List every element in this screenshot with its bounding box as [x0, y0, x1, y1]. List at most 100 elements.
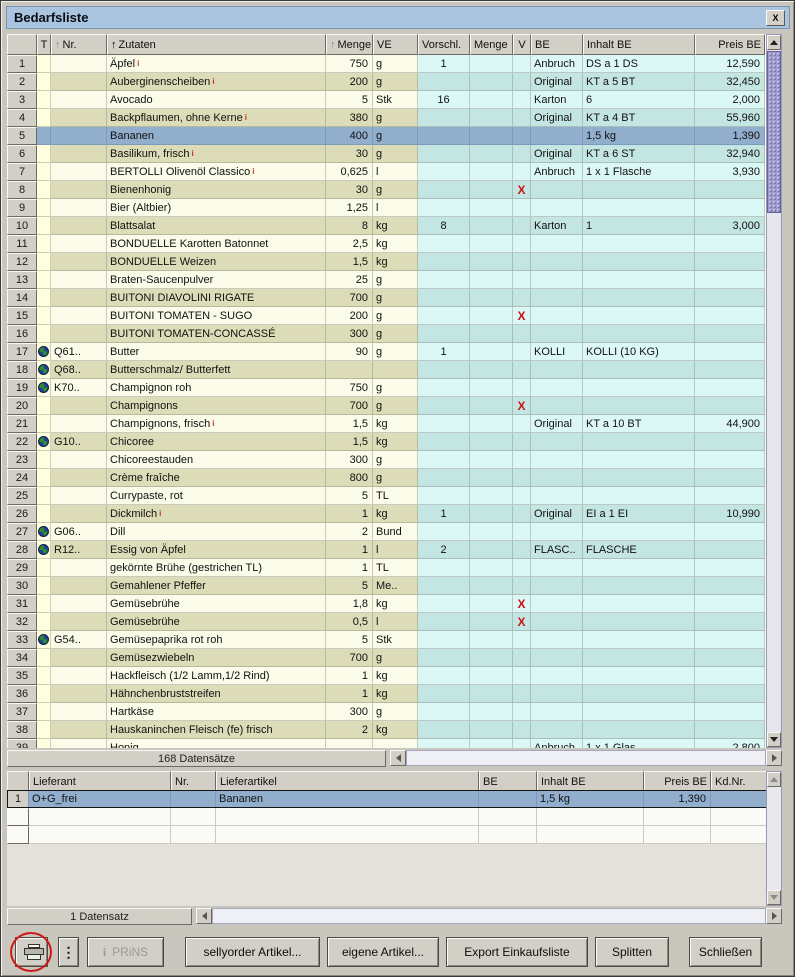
table-row[interactable]: 13 Braten-Saucenpulver 25 g [7, 271, 781, 289]
table-row[interactable]: 27 G06.. Dill 2 Bund [7, 523, 781, 541]
row-number[interactable]: 15 [7, 307, 37, 325]
table-row[interactable]: 9 Bier (Altbier) 1,25 l [7, 199, 781, 217]
upper-vertical-scrollbar[interactable] [766, 34, 782, 748]
col-nr[interactable]: ↑Nr. [51, 34, 107, 55]
scroll-down-button[interactable] [767, 732, 781, 747]
scroll-right-button[interactable] [766, 908, 782, 924]
row-number[interactable]: 23 [7, 451, 37, 469]
scroll-up-button[interactable] [767, 772, 781, 787]
row-number[interactable]: 14 [7, 289, 37, 307]
row-number[interactable]: 38 [7, 721, 37, 739]
scroll-left-button[interactable] [390, 750, 406, 766]
col-menge2[interactable]: Menge [470, 34, 513, 55]
col-inhalt-be[interactable]: Inhalt BE [583, 34, 695, 55]
table-row[interactable]: 8 Bienenhonig 30 g X [7, 181, 781, 199]
table-row[interactable]: 11 BONDUELLE Karotten Batonnet 2,5 kg [7, 235, 781, 253]
col-t[interactable]: T [37, 34, 51, 55]
table-row[interactable]: 26 Dickmilchi 1 kg 1 Original EI a 1 EI … [7, 505, 781, 523]
table-row[interactable]: 35 Hackfleisch (1/2 Lamm,1/2 Rind) 1 kg [7, 667, 781, 685]
table-row[interactable]: 39 Honig Anbruch 1 x 1 Glas 2,800 [7, 739, 781, 748]
schliessen-button[interactable]: Schließen [689, 937, 762, 967]
row-number[interactable]: 30 [7, 577, 37, 595]
table-row[interactable]: 4 Backpflaumen, ohne Kernei 380 g Origin… [7, 109, 781, 127]
more-options-button[interactable]: ⋮ [58, 937, 79, 967]
row-number[interactable]: 17 [7, 343, 37, 361]
row-number[interactable]: 31 [7, 595, 37, 613]
row-number[interactable]: 20 [7, 397, 37, 415]
col-ve[interactable]: VE [373, 34, 418, 55]
row-number[interactable]: 7 [7, 163, 37, 181]
table-row[interactable]: 23 Chicoreestauden 300 g [7, 451, 781, 469]
row-number[interactable]: 12 [7, 253, 37, 271]
table-row[interactable]: 18 Q68.. Butterschmalz/ Butterfett [7, 361, 781, 379]
table-row[interactable]: 1 Äpfeli 750 g 1 Anbruch DS a 1 DS 12,59… [7, 55, 781, 73]
table-row[interactable]: 10 Blattsalat 8 kg 8 Karton 1 3,000 [7, 217, 781, 235]
col-vorschl[interactable]: Vorschl. [418, 34, 470, 55]
table-row[interactable]: 16 BUITONI TOMATEN-CONCASSÉ 300 g [7, 325, 781, 343]
row-number[interactable]: 19 [7, 379, 37, 397]
table-row[interactable]: 2 Auberginenscheibeni 200 g Original KT … [7, 73, 781, 91]
table-row[interactable]: 7 BERTOLLI Olivenöl Classicoi 0,625 l An… [7, 163, 781, 181]
col-be[interactable]: BE [531, 34, 583, 55]
table-row[interactable]: 5 Bananen 400 g 1,5 kg 1,390 [7, 127, 781, 145]
scrollbar-thumb[interactable] [767, 51, 781, 213]
col-kdnr[interactable]: Kd.Nr. [711, 771, 767, 792]
col-lieferartikel[interactable]: Lieferartikel [216, 771, 479, 792]
table-row[interactable]: 30 Gemahlener Pfeffer 5 Me.. [7, 577, 781, 595]
row-number[interactable]: 24 [7, 469, 37, 487]
lower-horizontal-scrollbar[interactable] [196, 908, 782, 925]
row-number[interactable]: 18 [7, 361, 37, 379]
table-row[interactable]: 25 Currypaste, rot 5 TL [7, 487, 781, 505]
upper-horizontal-scrollbar[interactable] [390, 750, 782, 767]
scroll-down-button[interactable] [767, 890, 781, 905]
row-number[interactable]: 1 [7, 790, 29, 808]
table-row[interactable]: 33 G54.. Gemüsepaprika rot roh 5 Stk [7, 631, 781, 649]
table-row[interactable]: 21 Champignons, frischi 1,5 kg Original … [7, 415, 781, 433]
col-nr[interactable]: Nr. [171, 771, 216, 792]
row-number[interactable]: 6 [7, 145, 37, 163]
table-row[interactable]: 12 BONDUELLE Weizen 1,5 kg [7, 253, 781, 271]
col-inhalt-be[interactable]: Inhalt BE [537, 771, 644, 792]
row-number[interactable]: 5 [7, 127, 37, 145]
export-einkaufsliste-button[interactable]: Export Einkaufsliste [446, 937, 588, 967]
row-number[interactable]: 22 [7, 433, 37, 451]
table-row[interactable]: 38 Hauskaninchen Fleisch (fe) frisch 2 k… [7, 721, 781, 739]
table-row[interactable]: 31 Gemüsebrühe 1,8 kg X [7, 595, 781, 613]
row-number[interactable]: 2 [7, 73, 37, 91]
row-number[interactable]: 29 [7, 559, 37, 577]
table-row[interactable]: 6 Basilikum, frischi 30 g Original KT a … [7, 145, 781, 163]
row-number[interactable]: 21 [7, 415, 37, 433]
table-row[interactable]: 3 Avocado 5 Stk 16 Karton 6 2,000 [7, 91, 781, 109]
row-number[interactable]: 27 [7, 523, 37, 541]
table-row[interactable]: 24 Crème fraîche 800 g [7, 469, 781, 487]
row-number[interactable]: 34 [7, 649, 37, 667]
row-number[interactable]: 26 [7, 505, 37, 523]
sellyorder-artikel-button[interactable]: sellyorder Artikel... [185, 937, 320, 967]
table-row[interactable]: 34 Gemüsezwiebeln 700 g [7, 649, 781, 667]
row-number[interactable]: 4 [7, 109, 37, 127]
scroll-left-button[interactable] [196, 908, 212, 924]
row-number[interactable]: 25 [7, 487, 37, 505]
table-row[interactable]: 28 R12.. Essig von Äpfel 1 l 2 FLASC.. F… [7, 541, 781, 559]
table-row[interactable]: 14 BUITONI DIAVOLINI RIGATE 700 g [7, 289, 781, 307]
col-preis-be[interactable]: Preis BE [695, 34, 765, 55]
lower-vertical-scrollbar[interactable] [766, 771, 782, 906]
close-button[interactable]: X [766, 10, 785, 26]
col-preis-be[interactable]: Preis BE [644, 771, 711, 792]
row-number[interactable]: 39 [7, 739, 37, 748]
table-row[interactable]: 15 BUITONI TOMATEN - SUGO 200 g X [7, 307, 781, 325]
scroll-right-button[interactable] [766, 750, 782, 766]
table-row[interactable]: 32 Gemüsebrühe 0,5 l X [7, 613, 781, 631]
row-number[interactable]: 35 [7, 667, 37, 685]
row-number[interactable]: 1 [7, 55, 37, 73]
row-number[interactable]: 11 [7, 235, 37, 253]
row-number[interactable]: 13 [7, 271, 37, 289]
row-number[interactable]: 32 [7, 613, 37, 631]
row-number[interactable]: 9 [7, 199, 37, 217]
row-number[interactable] [7, 826, 29, 844]
col-menge[interactable]: ↑Menge [326, 34, 373, 55]
row-number[interactable]: 28 [7, 541, 37, 559]
table-row[interactable]: 20 Champignons 700 g X [7, 397, 781, 415]
splitten-button[interactable]: Splitten [595, 937, 669, 967]
row-number[interactable]: 37 [7, 703, 37, 721]
